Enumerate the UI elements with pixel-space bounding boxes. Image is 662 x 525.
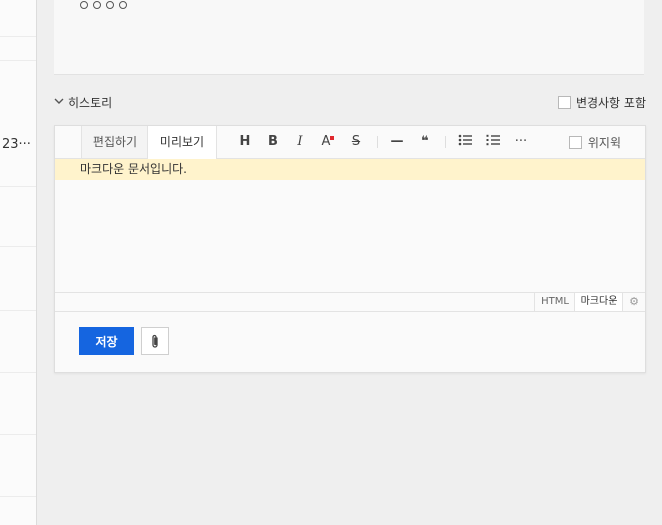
- left-divider: [0, 496, 36, 497]
- editor-mode-bar: HTML 마크다운 ⚙: [55, 292, 645, 312]
- content-card: [54, 0, 644, 75]
- horizontal-rule-button[interactable]: —: [389, 134, 405, 150]
- circle-icon: [106, 1, 114, 9]
- attach-button[interactable]: [141, 327, 169, 355]
- include-changes-label: 변경사항 포함: [575, 96, 646, 110]
- left-divider: [0, 60, 36, 61]
- chevron-down-icon: [54, 97, 64, 108]
- history-toggle[interactable]: 히스토리: [54, 94, 112, 111]
- wysiwyg-label: 위지윅: [587, 136, 621, 150]
- include-changes-checkbox[interactable]: [557, 96, 571, 109]
- toolbar-divider: [445, 136, 446, 148]
- font-color-button[interactable]: A: [320, 134, 336, 150]
- quote-button[interactable]: ❝: [417, 134, 433, 150]
- include-changes-option[interactable]: 변경사항 포함: [557, 94, 646, 111]
- left-divider: [0, 186, 36, 187]
- editor: 편집하기 미리보기 H B I A S — ❝ ··· 위지윅 마크다운 문서입…: [54, 125, 646, 373]
- left-column: 23···: [0, 0, 37, 525]
- more-button[interactable]: ···: [513, 134, 529, 150]
- gear-icon[interactable]: ⚙: [622, 293, 645, 311]
- tab-edit[interactable]: 편집하기: [81, 126, 148, 158]
- wysiwyg-option[interactable]: 위지윅: [568, 134, 621, 151]
- history-label: 히스토리: [68, 96, 113, 110]
- toolbar-divider: [377, 136, 378, 148]
- mode-markdown-button[interactable]: 마크다운: [574, 293, 623, 311]
- left-divider: [0, 434, 36, 435]
- paperclip-icon: [152, 334, 158, 348]
- left-divider: [0, 36, 36, 37]
- bold-button[interactable]: B: [265, 134, 281, 150]
- numbered-list-button[interactable]: [485, 134, 501, 150]
- circle-row: [80, 1, 127, 9]
- bullet-list-button[interactable]: [457, 134, 473, 150]
- left-divider: [0, 372, 36, 373]
- markdown-notice: 마크다운 문서입니다.: [55, 159, 645, 180]
- circle-icon: [119, 1, 127, 9]
- editor-toolbar: 편집하기 미리보기 H B I A S — ❝ ··· 위지윅: [55, 126, 645, 159]
- wysiwyg-checkbox[interactable]: [568, 136, 582, 149]
- bullet-list-icon: [458, 134, 472, 146]
- circle-icon: [93, 1, 101, 9]
- circle-icon: [80, 1, 88, 9]
- tab-preview[interactable]: 미리보기: [147, 126, 217, 159]
- left-divider: [0, 246, 36, 247]
- numbered-list-icon: [486, 134, 500, 146]
- mode-html-button[interactable]: HTML: [534, 293, 575, 311]
- heading-button[interactable]: H: [237, 134, 253, 150]
- strikethrough-button[interactable]: S: [348, 134, 364, 150]
- left-divider: [0, 310, 36, 311]
- font-color-marker: [330, 136, 335, 140]
- italic-button[interactable]: I: [292, 134, 308, 150]
- save-button[interactable]: 저장: [79, 327, 134, 355]
- font-color-label: A: [321, 134, 331, 149]
- left-peek-text: 23···: [2, 137, 31, 152]
